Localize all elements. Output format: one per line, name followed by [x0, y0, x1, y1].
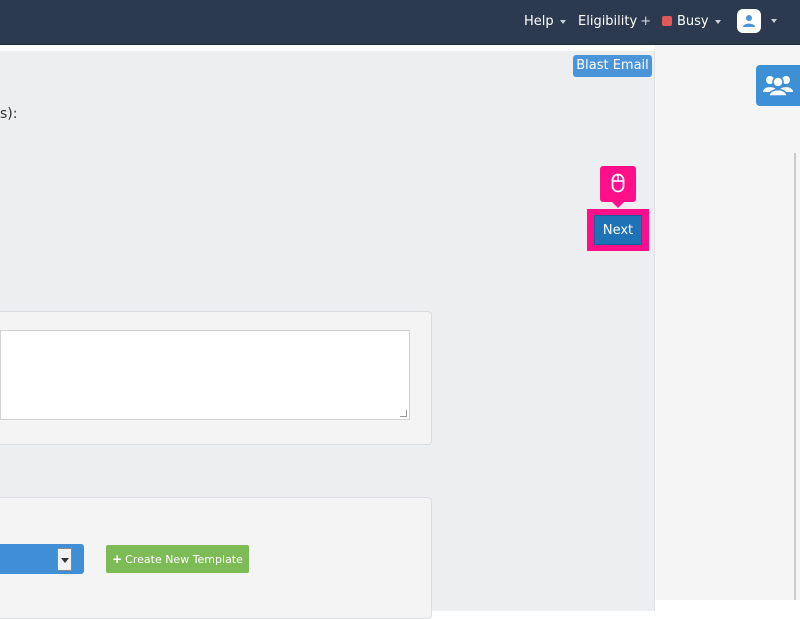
- eligibility-menu[interactable]: Eligibility +: [578, 12, 651, 32]
- right-sidebar: [655, 45, 800, 600]
- help-menu[interactable]: Help: [524, 12, 566, 32]
- blast-email-button[interactable]: Blast Email: [573, 55, 652, 77]
- chevron-down-icon: [559, 19, 566, 24]
- chevron-down-icon: [61, 558, 69, 563]
- plus-icon: +: [112, 552, 123, 566]
- recipients-label: s):: [0, 106, 18, 122]
- status-indicator-icon: [662, 16, 672, 26]
- click-marker: [600, 166, 636, 208]
- users-icon: [763, 76, 793, 97]
- chevron-down-icon: [714, 19, 721, 24]
- create-template-button[interactable]: + Create New Template: [106, 545, 249, 573]
- scrollbar[interactable]: [794, 153, 796, 600]
- next-button[interactable]: Next: [594, 215, 642, 245]
- plus-icon: +: [640, 14, 652, 29]
- user-menu-chevron-icon[interactable]: [771, 19, 777, 23]
- status-label: Busy: [677, 14, 709, 29]
- user-icon: [743, 15, 755, 27]
- select-dropdown-arrow[interactable]: [57, 548, 72, 571]
- message-textarea[interactable]: [0, 330, 410, 420]
- help-label: Help: [524, 14, 554, 29]
- eligibility-label: Eligibility: [578, 14, 638, 29]
- group-users-button[interactable]: [756, 65, 800, 106]
- user-avatar[interactable]: [737, 9, 761, 33]
- create-template-label: Create New Template: [125, 553, 243, 566]
- mouse-icon: [611, 173, 625, 193]
- status-menu[interactable]: Busy: [662, 12, 721, 32]
- resize-handle-icon[interactable]: [400, 410, 407, 417]
